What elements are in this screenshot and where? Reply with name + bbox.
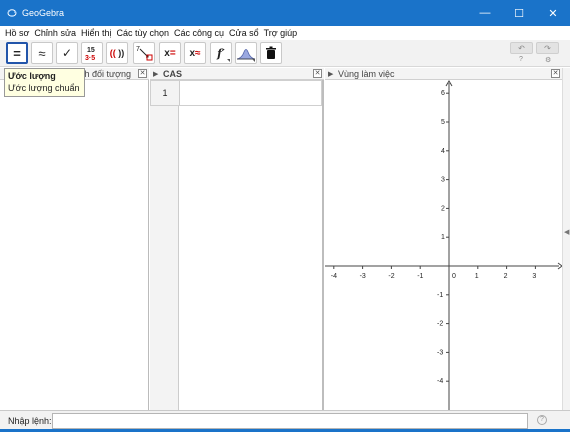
cas-row-numbers <box>150 80 179 410</box>
command-input[interactable] <box>52 413 528 429</box>
cas-row-number: 1 <box>151 81 180 105</box>
menu-options[interactable]: Các tùy chọn <box>116 28 169 38</box>
x-tick-label: 0 <box>452 273 456 280</box>
tooltip-subtitle: Ước lượng chuẩn <box>8 83 80 93</box>
tool-tooltip: Ước lượng Ước lượng chuẩn <box>4 68 85 97</box>
x-tick-label: 2 <box>504 273 508 280</box>
graphics-view[interactable]: -4 -3 -2 -1 0 1 2 3 6 5 4 3 2 1 -1 -2 -3 -4 <box>325 80 563 410</box>
algebra-view[interactable] <box>0 80 149 410</box>
factor-tool-button[interactable]: 15 3·5 <box>81 42 103 64</box>
redo-button[interactable]: ↷ <box>536 42 559 54</box>
approx-icon: ≈ <box>38 45 46 61</box>
caret-right-icon[interactable]: ▶ <box>153 70 158 78</box>
svg-text:3·5: 3·5 <box>85 55 95 62</box>
undo-button[interactable]: ↶ <box>510 42 533 54</box>
y-tick-label: 5 <box>441 119 445 126</box>
solve-icon: x= <box>164 47 176 59</box>
tooltip-title: Ước lượng <box>8 71 56 81</box>
y-tick-label: -3 <box>437 349 443 356</box>
menu-tools[interactable]: Các công cụ <box>174 28 224 38</box>
algebra-panel-title: h đối tượng <box>84 69 131 79</box>
derivative-tool-button[interactable]: f′ <box>210 42 232 64</box>
menu-bar: Hồ sơ Chỉnh sửa Hiển thị Các tùy chọn Cá… <box>0 26 570 40</box>
trash-icon <box>266 46 276 59</box>
x-tick-label: -4 <box>331 273 337 280</box>
cas-row[interactable]: 1 <box>150 80 322 106</box>
caret-right-icon[interactable]: ▶ <box>328 70 333 78</box>
y-tick-label: 1 <box>441 234 445 241</box>
numeric-tool-button[interactable]: ≈ <box>31 42 53 64</box>
minimize-button[interactable]: — <box>468 0 502 26</box>
svg-text:7: 7 <box>136 46 140 53</box>
x-tick-label: -3 <box>360 273 366 280</box>
window-title: GeoGebra <box>22 8 65 18</box>
menu-edit[interactable]: Chỉnh sửa <box>34 28 76 38</box>
right-sidebar-handle[interactable]: ◀ <box>562 68 570 410</box>
menu-help[interactable]: Trợ giúp <box>264 28 298 38</box>
equals-icon: = <box>13 45 21 61</box>
y-tick-label: 2 <box>441 205 445 212</box>
evaluate-tool-button[interactable]: = <box>6 42 28 64</box>
toolbar: = ≈ ✓ 15 3·5 (( )) 7 x= x≈ f′ ↶ ↷ ? ⚙ <box>0 40 570 67</box>
x-tick-label: -1 <box>417 273 423 280</box>
x-tick-label: 3 <box>532 273 536 280</box>
help-icon[interactable]: ? <box>537 415 547 425</box>
close-icon[interactable]: ✕ <box>138 69 147 78</box>
cas-panel-header: ▶ CAS ✕ <box>150 68 324 80</box>
menu-window[interactable]: Cửa sổ <box>229 28 259 38</box>
y-tick-label: 4 <box>441 148 445 155</box>
graphics-panel-title: Vùng làm việc <box>338 69 395 79</box>
solve-numeric-icon: x≈ <box>189 47 201 59</box>
title-bar: GeoGebra — ☐ ✕ <box>0 0 570 26</box>
dropdown-triangle-icon <box>252 59 255 62</box>
solve-tool-button[interactable]: x= <box>159 42 181 64</box>
derivative-icon: f′ <box>217 46 225 60</box>
expand-icon: (( )) <box>109 48 125 58</box>
probability-tool-button[interactable] <box>235 42 257 64</box>
svg-text:15: 15 <box>87 47 95 54</box>
dropdown-triangle-icon <box>227 59 230 62</box>
keep-input-tool-button[interactable]: ✓ <box>56 42 78 64</box>
substitute-icon: 7 <box>136 46 153 61</box>
gear-icon[interactable]: ⚙ <box>545 56 551 64</box>
menu-view[interactable]: Hiển thị <box>81 28 112 38</box>
graphics-panel-header: ▶ Vùng làm việc ✕ <box>325 68 562 80</box>
close-icon[interactable]: ✕ <box>313 69 322 78</box>
geogebra-logo-icon <box>7 9 17 17</box>
input-label: Nhập lệnh: <box>8 416 52 426</box>
check-icon: ✓ <box>61 46 73 60</box>
cas-panel-title: CAS <box>163 69 183 79</box>
x-tick-label: -2 <box>388 273 394 280</box>
delete-tool-button[interactable] <box>260 42 282 64</box>
cas-view[interactable]: 1 <box>150 80 324 410</box>
tick-marks: -4 -3 -2 -1 0 1 2 3 6 5 4 3 2 1 -1 -2 -3 -4 <box>331 90 537 385</box>
close-button[interactable]: ✕ <box>536 0 570 26</box>
substitute-tool-button[interactable]: 7 <box>133 42 155 64</box>
x-tick-label: 1 <box>475 273 479 280</box>
menu-file[interactable]: Hồ sơ <box>5 28 29 38</box>
y-tick-label: 6 <box>441 90 445 97</box>
solve-numerically-tool-button[interactable]: x≈ <box>184 42 206 64</box>
axes <box>325 80 563 410</box>
caret-left-icon[interactable]: ◀ <box>564 228 569 236</box>
coordinate-plane[interactable]: -4 -3 -2 -1 0 1 2 3 6 5 4 3 2 1 -1 -2 -3 -4 <box>325 80 563 410</box>
y-tick-label: -1 <box>437 292 443 299</box>
y-tick-label: 3 <box>441 177 445 184</box>
maximize-button[interactable]: ☐ <box>502 0 536 26</box>
y-tick-label: -4 <box>437 378 443 385</box>
expand-tool-button[interactable]: (( )) <box>106 42 128 64</box>
factor-icon: 15 3·5 <box>85 47 95 62</box>
y-tick-label: -2 <box>437 321 443 328</box>
close-icon[interactable]: ✕ <box>551 69 560 78</box>
help-icon[interactable]: ? <box>519 56 523 63</box>
